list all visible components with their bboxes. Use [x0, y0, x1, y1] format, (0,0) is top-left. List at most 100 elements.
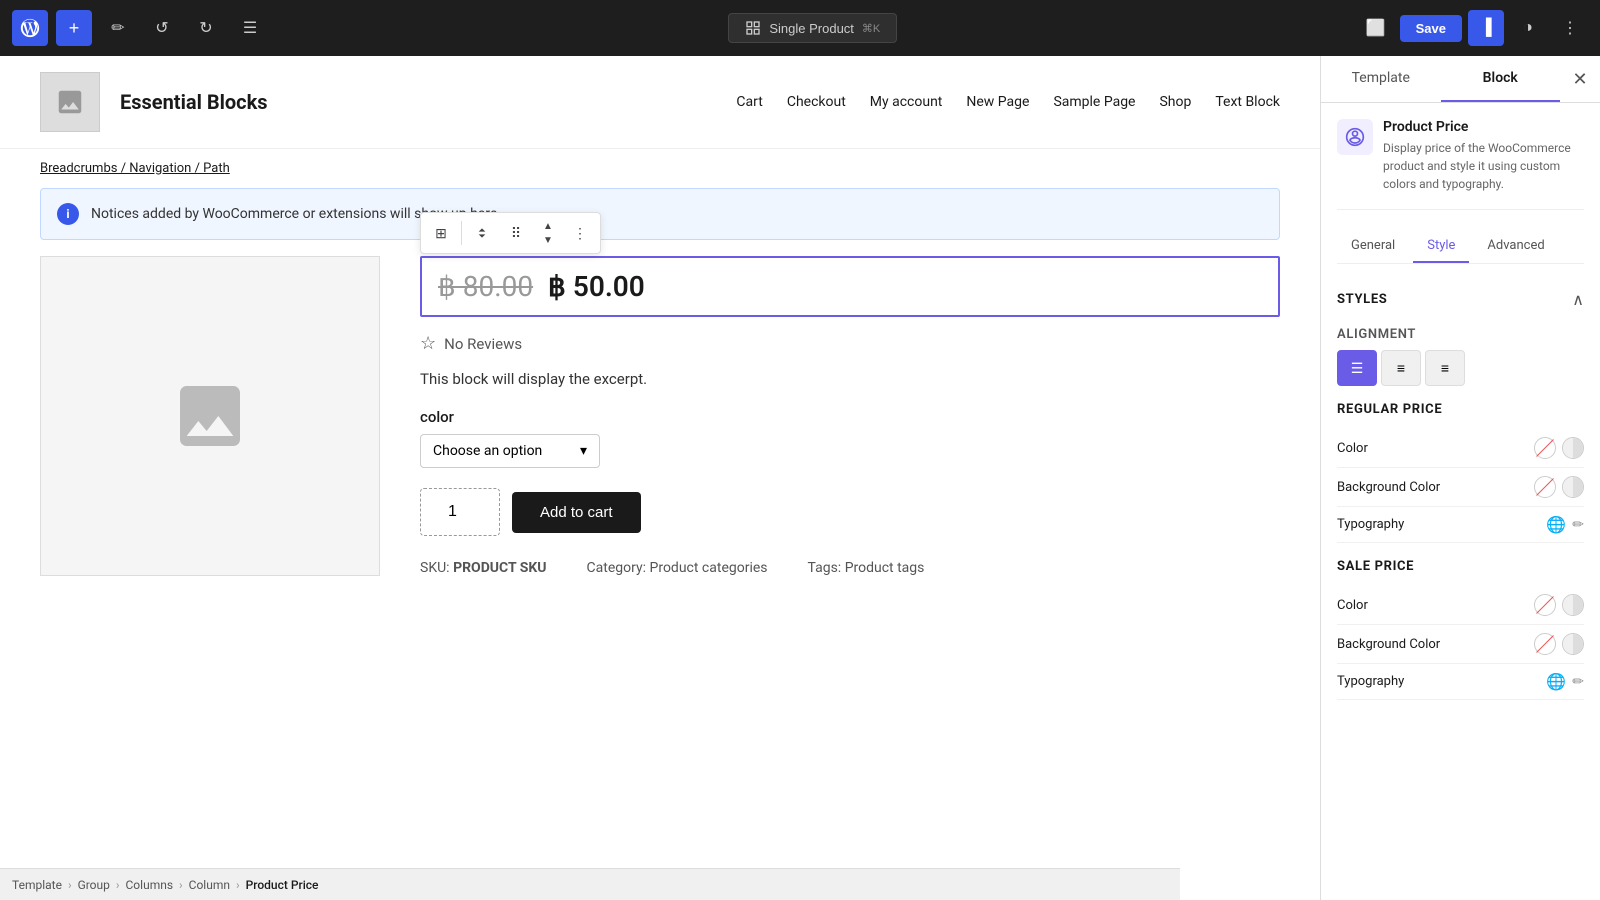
price-block-wrapper: ⊞ ⠿ ▲ ▼ ⋮: [420, 256, 1280, 317]
block-icon-box: [1337, 119, 1373, 155]
panel-content: Product Price Display price of the WooCo…: [1321, 103, 1600, 900]
more-options-button[interactable]: ⋮: [1552, 10, 1588, 46]
align-center-button[interactable]: ≡: [1381, 350, 1421, 386]
star-icon: ☆: [420, 333, 436, 354]
save-button[interactable]: Save: [1400, 15, 1462, 42]
add-block-button[interactable]: +: [56, 10, 92, 46]
site-name: Essential Blocks: [120, 90, 268, 114]
undo-button[interactable]: ↺: [144, 10, 180, 46]
sale-bgcolor-label: Background Color: [1337, 637, 1440, 652]
align-right-button[interactable]: ≡: [1425, 350, 1465, 386]
color-picker-button[interactable]: [1562, 437, 1584, 459]
sale-typography-controls: 🌐 ✏: [1546, 672, 1584, 691]
sidebar-toggle-button[interactable]: ▐: [1468, 10, 1504, 46]
regular-price-section: REGULAR PRICE Color Background Color: [1337, 402, 1584, 543]
sub-tab-advanced[interactable]: Advanced: [1473, 230, 1558, 263]
keyboard-shortcut: ⌘K: [862, 22, 880, 35]
sale-price: ฿ 50.00: [548, 270, 645, 303]
tags-meta: Tags: Product tags: [808, 560, 925, 576]
breadcrumb-columns[interactable]: Columns: [126, 878, 174, 892]
bgcolor-controls: [1534, 476, 1584, 498]
typography-prop-label: Typography: [1337, 517, 1404, 532]
price-display: ฿ 80.00 ฿ 50.00: [420, 256, 1280, 317]
nav-newpage[interactable]: New Page: [966, 94, 1029, 110]
theme-button[interactable]: ◑: [1510, 10, 1546, 46]
toolbar-drag-btn[interactable]: ⠿: [500, 217, 532, 249]
toolbar-up-btn[interactable]: ▲: [534, 219, 562, 233]
panel-tabs: Template Block ✕: [1321, 56, 1600, 103]
quantity-input[interactable]: [420, 488, 500, 536]
nav-checkout[interactable]: Checkout: [787, 94, 846, 110]
sale-bgcolor-slash[interactable]: [1534, 633, 1556, 655]
top-bar-center: Single Product ⌘K: [276, 13, 1350, 43]
add-to-cart-button[interactable]: Add to cart: [512, 492, 641, 533]
nav-textblock[interactable]: Text Block: [1215, 94, 1280, 110]
tab-block[interactable]: Block: [1441, 56, 1561, 102]
product-area: ⊞ ⠿ ▲ ▼ ⋮: [40, 256, 1280, 576]
align-left-button[interactable]: ☰: [1337, 350, 1377, 386]
editor-area: Essential Blocks Cart Checkout My accoun…: [0, 56, 1320, 900]
block-description: Display price of the WooCommerce product…: [1383, 139, 1584, 193]
color-slash-icon[interactable]: [1534, 437, 1556, 459]
sub-tab-style[interactable]: Style: [1413, 230, 1469, 263]
category-meta: Category: Product categories: [587, 560, 768, 576]
panel-close-button[interactable]: ✕: [1560, 56, 1600, 102]
styles-section-header: Styles ∧: [1337, 280, 1584, 319]
canvas: Essential Blocks Cart Checkout My accoun…: [0, 56, 1320, 900]
toolbar-separator: [461, 221, 462, 245]
product-excerpt: This block will display the excerpt.: [420, 370, 1280, 388]
top-bar-right: ⬜ Save ▐ ◑ ⋮: [1358, 10, 1588, 46]
wordpress-logo: [12, 10, 48, 46]
category-label: Category:: [587, 560, 646, 576]
regular-price: ฿ 80.00: [438, 270, 533, 303]
bgcolor-picker-button[interactable]: [1562, 476, 1584, 498]
nav-shop[interactable]: Shop: [1159, 94, 1191, 110]
sale-bgcolor-row: Background Color: [1337, 625, 1584, 664]
color-select[interactable]: Choose an option ▾: [420, 434, 600, 468]
sale-typography-row: Typography 🌐 ✏: [1337, 664, 1584, 700]
block-name: Product Price: [1383, 119, 1584, 135]
typography-controls: 🌐 ✏: [1546, 515, 1584, 534]
toolbar-arrows: ▲ ▼: [534, 219, 562, 247]
styles-collapse-icon[interactable]: ∧: [1572, 290, 1584, 309]
sale-typography-edit-icon[interactable]: ✏: [1572, 674, 1584, 690]
notice-icon: i: [57, 203, 79, 225]
top-bar: + ✏ ↺ ↻ ☰ Single Product ⌘K ⬜ Save ▐ ◑ ⋮: [0, 0, 1600, 56]
sale-typography-globe-icon[interactable]: 🌐: [1546, 672, 1566, 691]
nav-myaccount[interactable]: My account: [870, 94, 943, 110]
toolbar-transform-btn[interactable]: [466, 217, 498, 249]
sub-tab-general[interactable]: General: [1337, 230, 1409, 263]
redo-button[interactable]: ↻: [188, 10, 224, 46]
toolbar-down-btn[interactable]: ▼: [534, 233, 562, 247]
toolbar-more-btn[interactable]: ⋮: [564, 217, 596, 249]
site-url-button[interactable]: Single Product ⌘K: [728, 13, 897, 43]
product-meta: SKU: PRODUCT SKU Category: Product categ…: [420, 560, 1280, 576]
breadcrumb-text: Breadcrumbs / Navigation / Path: [40, 161, 230, 176]
list-view-button[interactable]: ☰: [232, 10, 268, 46]
toolbar-block-type-btn[interactable]: ⊞: [425, 217, 457, 249]
sale-color-slash[interactable]: [1534, 594, 1556, 616]
color-label: color: [420, 408, 1280, 426]
nav-samplepage[interactable]: Sample Page: [1053, 94, 1135, 110]
alignment-buttons: ☰ ≡ ≡: [1337, 350, 1584, 386]
color-prop-label: Color: [1337, 441, 1368, 456]
nav-cart[interactable]: Cart: [736, 94, 762, 110]
sale-color-picker[interactable]: [1562, 594, 1584, 616]
sale-bgcolor-picker[interactable]: [1562, 633, 1584, 655]
bgcolor-slash-icon[interactable]: [1534, 476, 1556, 498]
site-logo: [40, 72, 100, 132]
sku-meta: SKU: PRODUCT SKU: [420, 560, 547, 576]
edit-tools-button[interactable]: ✏: [100, 10, 136, 46]
breadcrumb-template[interactable]: Template: [12, 878, 62, 892]
sku-label: SKU:: [420, 560, 450, 576]
breadcrumb-product-price: Product Price: [246, 878, 319, 892]
tags-value: Product tags: [845, 560, 925, 576]
breadcrumb-group[interactable]: Group: [78, 878, 110, 892]
block-info-text: Product Price Display price of the WooCo…: [1383, 119, 1584, 193]
tab-template[interactable]: Template: [1321, 56, 1441, 102]
view-button[interactable]: ⬜: [1358, 10, 1394, 46]
typography-edit-icon[interactable]: ✏: [1572, 517, 1584, 533]
breadcrumb-column[interactable]: Column: [189, 878, 230, 892]
typography-globe-icon[interactable]: 🌐: [1546, 515, 1566, 534]
color-controls: [1534, 437, 1584, 459]
